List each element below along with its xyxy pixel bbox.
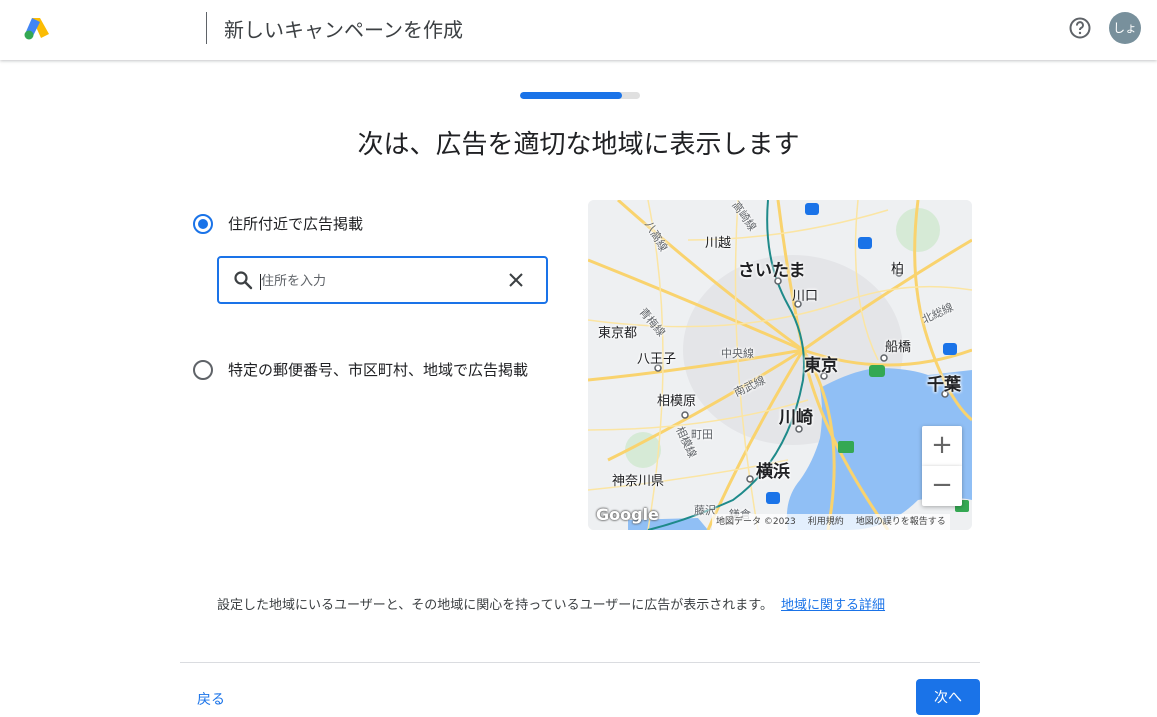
map-label-saitama: さいたま [738, 261, 806, 281]
address-search-field[interactable] [217, 256, 548, 304]
back-button[interactable]: 戻る [197, 689, 225, 709]
top-app-bar: 新しいキャンペーンを作成 しょ [0, 0, 1157, 60]
map-label-kashiwa: 柏 [891, 262, 905, 277]
map-label-tokyo-to: 東京都 [598, 326, 638, 341]
account-avatar[interactable]: しょ [1109, 12, 1141, 44]
map-label-chuo-line: 中央線 [721, 347, 754, 360]
option-specific-areas[interactable]: 特定の郵便番号、市区町村、地域で広告掲載 [193, 359, 528, 380]
zoom-out-button[interactable]: − [922, 466, 962, 506]
info-text-row: 設定した地域にいるユーザーと、その地域に関心を持っているユーザーに広告が表示され… [217, 594, 885, 613]
google-logo: Google [596, 505, 659, 524]
map-label-yokohama: 横浜 [756, 462, 790, 482]
progress-bar [520, 92, 640, 99]
clear-icon[interactable] [507, 271, 525, 289]
map-terms-link[interactable]: 利用規約 [808, 514, 844, 530]
option-near-address-label: 住所付近で広告掲載 [228, 215, 364, 233]
map-report-link[interactable]: 地図の誤りを報告する [856, 514, 946, 530]
help-circle-icon[interactable] [1069, 17, 1091, 39]
google-ads-logo-icon[interactable] [22, 14, 50, 42]
map-label-hachioji: 八王子 [637, 352, 677, 367]
location-details-link[interactable]: 地域に関する詳細 [781, 598, 885, 613]
zoom-in-button[interactable]: + [922, 426, 962, 466]
footer-divider [180, 662, 980, 663]
radio-specific-areas[interactable] [193, 359, 213, 380]
option-near-address[interactable]: 住所付近で広告掲載 [193, 213, 363, 234]
radio-near-address[interactable] [193, 213, 213, 234]
map-label-tokyo: 東京 [804, 356, 838, 376]
progress-fill [520, 92, 622, 99]
map-label-funabashi: 船橋 [885, 340, 912, 355]
address-input[interactable] [261, 268, 491, 294]
map-label-kanagawa: 神奈川県 [612, 474, 665, 489]
map-label-kawagoe: 川越 [705, 236, 732, 251]
step-heading: 次は、広告を適切な地域に表示します [357, 130, 800, 160]
info-text: 設定した地域にいるユーザーと、その地域に関心を持っているユーザーに広告が表示され… [217, 598, 774, 613]
header-divider [206, 12, 207, 44]
option-specific-areas-label: 特定の郵便番号、市区町村、地域で広告掲載 [228, 361, 529, 379]
location-map[interactable]: さいたま 東京 川崎 横浜 千葉 川越 川口 船橋 八王子 相模原 東京都 神奈… [588, 200, 972, 530]
map-label-kawaguchi: 川口 [792, 289, 819, 304]
map-label-sagamihara: 相模原 [657, 394, 697, 409]
map-attribution: 地図データ ©2023 利用規約 地図の誤りを報告する [712, 514, 950, 530]
map-label-chiba: 千葉 [927, 375, 961, 395]
page-title: 新しいキャンペーンを作成 [224, 18, 463, 42]
map-label-kawasaki: 川崎 [779, 408, 813, 428]
next-button[interactable]: 次へ [916, 679, 980, 715]
map-data-credit: 地図データ ©2023 [716, 517, 796, 527]
search-icon [234, 271, 253, 290]
